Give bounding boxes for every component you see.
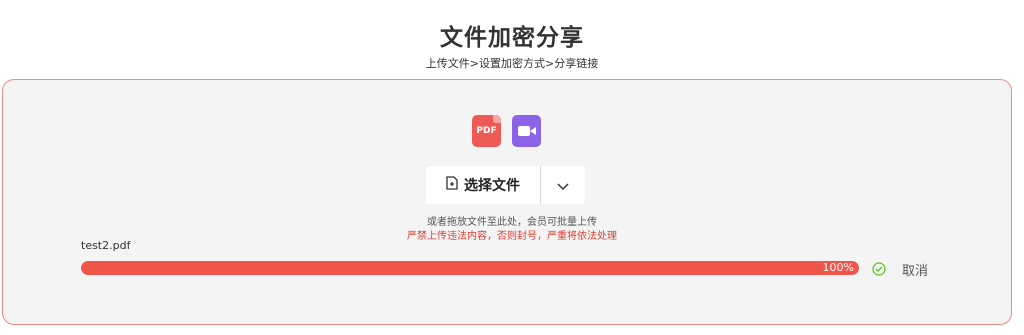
check-circle-icon [872, 261, 886, 276]
pdf-icon-label: PDF [476, 126, 497, 136]
upload-options-dropdown[interactable] [541, 166, 585, 204]
file-name: test2.pdf [81, 239, 131, 252]
progress-label: 100% [822, 261, 854, 274]
progress-fill: 100% [81, 261, 859, 275]
upload-progress-bar: 100% [81, 261, 859, 275]
breadcrumb: 上传文件>设置加密方式>分享链接 [425, 57, 599, 70]
upload-hint: 或者拖放文件至此处，会员可批量上传 [427, 217, 597, 228]
select-file-button-group: 选择文件 [426, 166, 585, 204]
video-icon [512, 115, 541, 147]
select-file-label: 选择文件 [464, 178, 520, 194]
select-file-button[interactable]: 选择文件 [426, 166, 540, 204]
page-title: 文件加密分享 [440, 25, 584, 51]
cancel-button[interactable]: 取消 [902, 260, 928, 279]
format-icons: PDF [472, 115, 541, 147]
upload-warning: 严禁上传违法内容，否则封号，严重将依法处理 [407, 231, 617, 242]
chevron-down-icon [557, 176, 569, 195]
pdf-icon: PDF [472, 115, 501, 147]
file-upload-icon [446, 176, 458, 194]
